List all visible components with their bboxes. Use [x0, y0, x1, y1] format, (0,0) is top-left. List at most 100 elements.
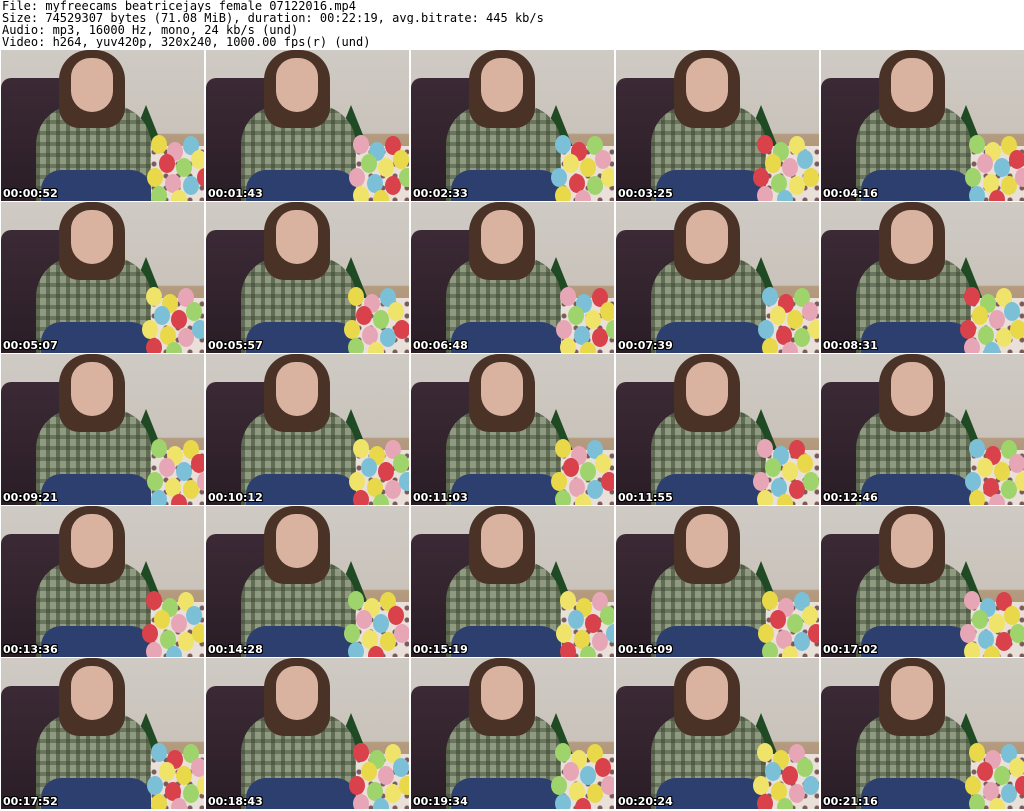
- balloon: [560, 591, 576, 610]
- balloon: [563, 762, 579, 781]
- balloon: [994, 462, 1010, 481]
- balloon: [753, 472, 769, 491]
- balloon: [964, 642, 980, 657]
- video-thumbnail[interactable]: 00:15:19: [411, 506, 614, 657]
- video-thumbnail[interactable]: 00:11:03: [411, 354, 614, 505]
- balloon: [151, 439, 167, 458]
- balloon: [171, 310, 187, 329]
- video-thumbnail[interactable]: 00:03:25: [616, 50, 819, 201]
- frame-face: [686, 514, 728, 568]
- timestamp-label: 00:09:21: [3, 491, 58, 504]
- frame-face: [276, 362, 318, 416]
- balloon: [1015, 168, 1024, 187]
- balloon: [601, 472, 614, 491]
- frame-face: [686, 58, 728, 112]
- balloon: [399, 168, 409, 187]
- balloon: [765, 762, 781, 781]
- balloon: [147, 472, 163, 491]
- video-thumbnail[interactable]: 00:21:16: [821, 658, 1024, 809]
- video-thumbnail[interactable]: 00:08:31: [821, 202, 1024, 353]
- balloon: [977, 762, 993, 781]
- video-thumbnail[interactable]: 00:01:43: [206, 50, 409, 201]
- video-thumbnail[interactable]: 00:00:52: [1, 50, 204, 201]
- balloon: [808, 624, 819, 643]
- balloon: [972, 306, 988, 325]
- balloon: [803, 168, 819, 187]
- balloon: [142, 624, 158, 643]
- video-thumbnail[interactable]: 00:06:48: [411, 202, 614, 353]
- timestamp-label: 00:06:48: [413, 339, 468, 352]
- balloon: [348, 338, 364, 353]
- video-thumbnail[interactable]: 00:18:43: [206, 658, 409, 809]
- balloon: [147, 168, 163, 187]
- balloon: [595, 150, 611, 169]
- frame-face: [71, 58, 113, 112]
- frame-face: [276, 666, 318, 720]
- video-thumbnail[interactable]: 00:05:07: [1, 202, 204, 353]
- timestamp-label: 00:13:36: [3, 643, 58, 656]
- balloon: [762, 338, 778, 353]
- balloon: [580, 462, 596, 481]
- balloon: [600, 302, 614, 321]
- balloon: [349, 472, 365, 491]
- balloon: [399, 776, 409, 795]
- balloon: [585, 614, 601, 633]
- balloon: [797, 150, 813, 169]
- balloon: [146, 642, 162, 657]
- timestamp-label: 00:03:25: [618, 187, 673, 200]
- timestamp-label: 00:18:43: [208, 795, 263, 808]
- video-thumbnail[interactable]: 00:19:34: [411, 658, 614, 809]
- video-thumbnail[interactable]: 00:11:55: [616, 354, 819, 505]
- video-thumbnail[interactable]: 00:13:36: [1, 506, 204, 657]
- balloon: [964, 338, 980, 353]
- balloon: [977, 458, 993, 477]
- balloon: [969, 490, 985, 505]
- balloon: [555, 135, 571, 154]
- video-thumbnail[interactable]: 00:20:24: [616, 658, 819, 809]
- balloon: [378, 766, 394, 785]
- balloon: [960, 320, 976, 339]
- timestamp-label: 00:05:57: [208, 339, 263, 352]
- balloon: [349, 168, 365, 187]
- balloon: [765, 458, 781, 477]
- balloon: [388, 606, 404, 625]
- balloon: [585, 310, 601, 329]
- balloon: [176, 462, 192, 481]
- balloon: [147, 776, 163, 795]
- video-thumbnail[interactable]: 00:09:21: [1, 354, 204, 505]
- balloon: [399, 472, 409, 491]
- frame-face: [276, 58, 318, 112]
- balloon: [191, 150, 204, 169]
- video-thumbnail[interactable]: 00:14:28: [206, 506, 409, 657]
- timestamp-label: 00:00:52: [3, 187, 58, 200]
- balloon: [757, 794, 773, 809]
- video-thumbnail[interactable]: 00:05:57: [206, 202, 409, 353]
- balloon: [797, 758, 813, 777]
- balloon: [555, 490, 571, 505]
- frame-face: [71, 666, 113, 720]
- video-thumbnail[interactable]: 00:07:39: [616, 202, 819, 353]
- balloon: [1010, 320, 1024, 339]
- balloon: [802, 606, 818, 625]
- timestamp-label: 00:12:46: [823, 491, 878, 504]
- balloon: [151, 186, 167, 201]
- video-thumbnail[interactable]: 00:02:33: [411, 50, 614, 201]
- balloon: [1009, 758, 1024, 777]
- video-thumbnail[interactable]: 00:16:09: [616, 506, 819, 657]
- balloon: [393, 758, 409, 777]
- video-thumbnail[interactable]: 00:10:12: [206, 354, 409, 505]
- balloon: [989, 310, 1005, 329]
- balloon: [964, 287, 980, 306]
- video-thumbnail[interactable]: 00:04:16: [821, 50, 1024, 201]
- balloon: [969, 186, 985, 201]
- balloon: [989, 614, 1005, 633]
- timestamp-label: 00:10:12: [208, 491, 263, 504]
- balloon: [393, 454, 409, 473]
- balloon: [373, 614, 389, 633]
- file-name-line: File: myfreecams_beatricejays_female_071…: [2, 0, 357, 12]
- video-thumbnail[interactable]: 00:17:02: [821, 506, 1024, 657]
- video-thumbnail[interactable]: 00:12:46: [821, 354, 1024, 505]
- video-thumbnail[interactable]: 00:17:52: [1, 658, 204, 809]
- frame-face: [891, 58, 933, 112]
- balloon: [994, 158, 1010, 177]
